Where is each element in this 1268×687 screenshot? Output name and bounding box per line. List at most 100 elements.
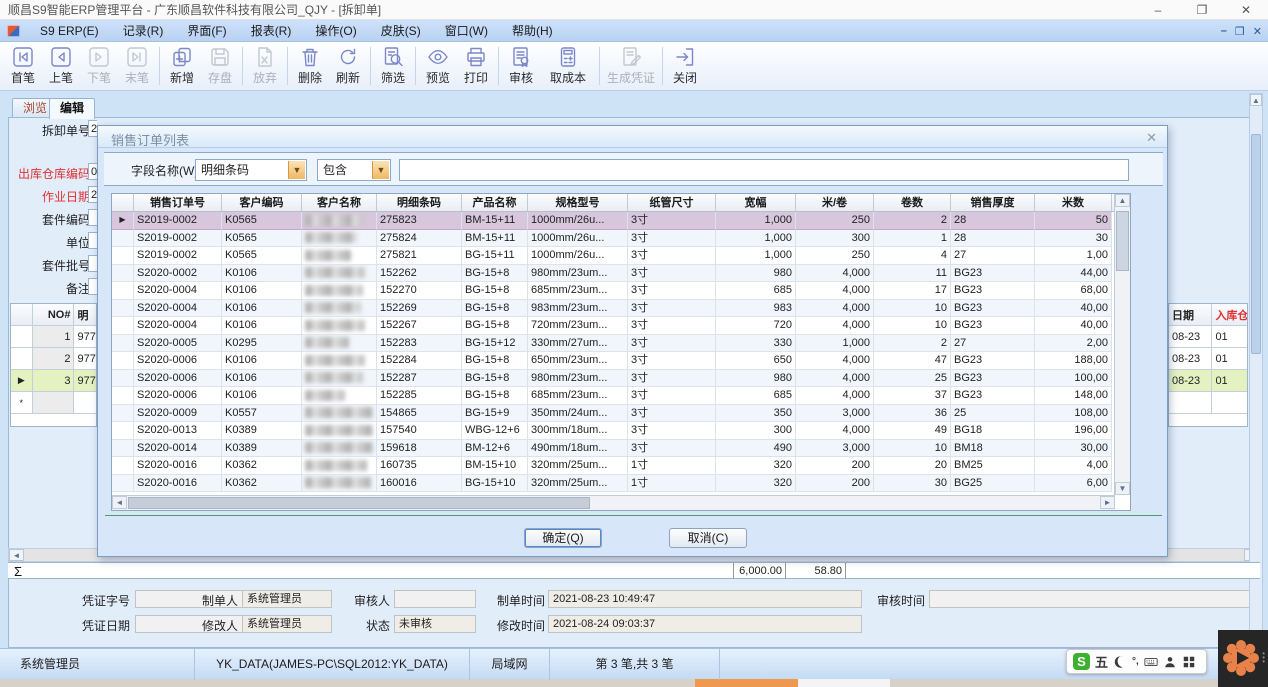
column-header[interactable] bbox=[112, 194, 134, 211]
row-selector[interactable] bbox=[112, 317, 134, 335]
scrollbar-thumb[interactable] bbox=[1251, 134, 1261, 354]
form-field-6[interactable] bbox=[88, 278, 97, 295]
refresh-button[interactable]: 刷新 bbox=[329, 44, 367, 88]
form-field-0[interactable]: 2 bbox=[88, 120, 97, 137]
menu-item-7[interactable]: 帮助(H) bbox=[500, 20, 565, 42]
scroll-left-icon[interactable]: ◄ bbox=[9, 549, 24, 561]
ok-button[interactable]: 确定(Q) bbox=[524, 528, 602, 548]
dialog-close-icon[interactable]: ✕ bbox=[1146, 130, 1157, 146]
table-row[interactable]: S2020-0004K0106152269BG-15+8983mm/23um..… bbox=[112, 300, 1130, 318]
preview-button[interactable]: 预览 bbox=[419, 44, 457, 88]
table-row[interactable]: S2020-0006K0106152285BG-15+8685mm/23um..… bbox=[112, 387, 1130, 405]
user-icon[interactable] bbox=[1163, 655, 1177, 669]
grid-row[interactable]: 297792 bbox=[11, 348, 96, 370]
row-selector[interactable] bbox=[112, 387, 134, 405]
field-name-select[interactable]: 明细条码 ▼ bbox=[195, 159, 307, 181]
scroll-left-icon[interactable]: ◄ bbox=[112, 496, 127, 509]
scroll-up-icon[interactable]: ▲ bbox=[1250, 94, 1262, 106]
keyboard-icon[interactable] bbox=[1144, 655, 1158, 669]
menu-item-6[interactable]: 窗口(W) bbox=[433, 20, 500, 42]
row-selector[interactable] bbox=[112, 405, 134, 423]
row-selector[interactable] bbox=[112, 230, 134, 248]
maximize-icon[interactable]: ❐ bbox=[1180, 0, 1224, 20]
grid-row[interactable]: 08-2301 bbox=[1169, 326, 1247, 348]
scrollbar-thumb[interactable] bbox=[1116, 211, 1129, 271]
column-header[interactable]: 产品名称 bbox=[462, 194, 528, 211]
wubi-mode-icon[interactable]: 五 bbox=[1095, 652, 1108, 671]
row-selector[interactable] bbox=[112, 457, 134, 475]
form-field-2[interactable]: 2 bbox=[88, 186, 97, 203]
cancel-button[interactable]: 取消(C) bbox=[669, 528, 747, 548]
table-row[interactable]: S2020-0016K0362160735BM-15+10320mm/25um.… bbox=[112, 457, 1130, 475]
column-header[interactable]: 卷数 bbox=[874, 194, 951, 211]
table-row[interactable]: S2020-0006K0106152284BG-15+8650mm/23um..… bbox=[112, 352, 1130, 370]
row-selector[interactable] bbox=[112, 422, 134, 440]
table-row[interactable]: S2020-0002K0106152262BG-15+8980mm/23um..… bbox=[112, 265, 1130, 283]
column-header[interactable]: 销售厚度 bbox=[951, 194, 1035, 211]
table-row[interactable]: S2020-0004K0106152267BG-15+8720mm/23um..… bbox=[112, 317, 1130, 335]
mdi-restore-icon[interactable]: ❐ bbox=[1235, 25, 1245, 38]
operator-select[interactable]: 包含 ▼ bbox=[317, 159, 391, 181]
moon-icon[interactable] bbox=[1113, 655, 1127, 669]
column-header[interactable]: 米/卷 bbox=[796, 194, 874, 211]
grid-row[interactable]: 08-2301 bbox=[1169, 370, 1247, 392]
nav-prev-button[interactable]: 上笔 bbox=[42, 44, 80, 88]
minimize-icon[interactable]: – bbox=[1136, 0, 1180, 20]
menu-item-2[interactable]: 界面(F) bbox=[175, 20, 238, 42]
mdi-close-icon[interactable]: ✕ bbox=[1253, 25, 1262, 38]
nav-first-button[interactable]: 首笔 bbox=[4, 44, 42, 88]
row-selector[interactable] bbox=[112, 282, 134, 300]
grid-row[interactable] bbox=[1169, 392, 1247, 414]
delete-button[interactable]: 删除 bbox=[291, 44, 329, 88]
scrollbar-thumb[interactable] bbox=[128, 497, 590, 509]
add-button[interactable]: 新增 bbox=[163, 44, 201, 88]
column-header[interactable]: 规格型号 bbox=[528, 194, 628, 211]
menu-item-5[interactable]: 皮肤(S) bbox=[369, 20, 433, 42]
ime-toolbar[interactable]: S 五 °, bbox=[1066, 649, 1207, 674]
row-selector[interactable] bbox=[112, 370, 134, 388]
punctuation-icon[interactable]: °, bbox=[1132, 656, 1139, 667]
chevron-down-icon[interactable]: ▼ bbox=[288, 161, 305, 179]
close-icon[interactable]: ✕ bbox=[1224, 0, 1268, 20]
chevron-down-icon[interactable]: ▼ bbox=[372, 161, 389, 179]
table-row[interactable]: S2020-0005K0295152283BG-15+12330mm/27um.… bbox=[112, 335, 1130, 353]
grid-row[interactable]: * bbox=[11, 392, 96, 414]
desktop-app-overlay[interactable]: ••• bbox=[1218, 630, 1268, 687]
table-horizontal-scrollbar[interactable]: ◄ ► bbox=[112, 495, 1115, 510]
row-selector[interactable] bbox=[112, 335, 134, 353]
print-button[interactable]: 打印 bbox=[457, 44, 495, 88]
form-field-5[interactable] bbox=[88, 255, 97, 272]
row-selector[interactable] bbox=[112, 247, 134, 265]
column-header[interactable]: 销售订单号 bbox=[134, 194, 222, 211]
column-header[interactable]: 客户名称 bbox=[302, 194, 377, 211]
form-field-3[interactable] bbox=[88, 209, 97, 226]
close-form-button[interactable]: 关闭 bbox=[666, 44, 704, 88]
menu-item-3[interactable]: 报表(R) bbox=[239, 20, 304, 42]
form-field-4[interactable] bbox=[88, 232, 97, 249]
mdi-minimize-icon[interactable]: – bbox=[1221, 25, 1227, 37]
column-header[interactable]: 米数 bbox=[1035, 194, 1112, 211]
column-header[interactable]: 纸管尺寸 bbox=[628, 194, 716, 211]
row-selector[interactable]: ▶ bbox=[112, 212, 134, 230]
row-selector[interactable] bbox=[112, 300, 134, 318]
row-selector[interactable] bbox=[112, 352, 134, 370]
column-header[interactable]: 宽幅 bbox=[716, 194, 796, 211]
grid-row[interactable]: ▶397792 bbox=[11, 370, 96, 392]
table-row[interactable]: S2020-0006K0106152287BG-15+8980mm/23um..… bbox=[112, 370, 1130, 388]
sogou-logo-icon[interactable]: S bbox=[1073, 653, 1090, 670]
table-row[interactable]: S2020-0014K0389159618BM-12+6490mm/18um..… bbox=[112, 440, 1130, 458]
column-header[interactable]: 客户编码 bbox=[222, 194, 302, 211]
dialog-title-bar[interactable]: 销售订单列表 ✕ bbox=[98, 126, 1167, 148]
table-row[interactable]: S2019-0002K0565275824BM-15+111000mm/26u.… bbox=[112, 230, 1130, 248]
table-row[interactable]: S2020-0004K0106152270BG-15+8685mm/23um..… bbox=[112, 282, 1130, 300]
tab-edit[interactable]: 编辑 bbox=[49, 98, 95, 119]
grid-row[interactable]: 08-2301 bbox=[1169, 348, 1247, 370]
cost-button[interactable]: 取成本 bbox=[540, 44, 596, 88]
filter-button[interactable]: 筛选 bbox=[374, 44, 412, 88]
scroll-down-icon[interactable]: ▼ bbox=[1115, 482, 1130, 495]
table-row[interactable]: S2020-0013K0389157540WBG-12+6300mm/18um.… bbox=[112, 422, 1130, 440]
table-vertical-scrollbar[interactable]: ▲ ▼ bbox=[1114, 194, 1130, 495]
audit-button[interactable]: 审核 bbox=[502, 44, 540, 88]
table-row[interactable]: S2019-0002K0565275821BG-15+111000mm/26u.… bbox=[112, 247, 1130, 265]
row-selector[interactable] bbox=[112, 475, 134, 493]
